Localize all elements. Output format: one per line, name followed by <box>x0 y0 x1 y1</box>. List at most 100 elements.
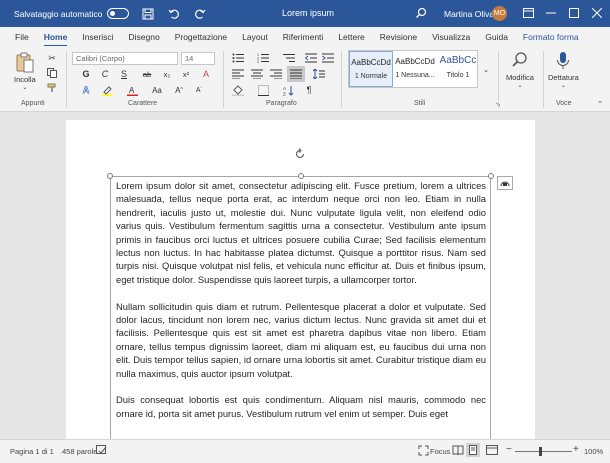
tab-home[interactable]: Home <box>43 32 67 47</box>
font-name-field[interactable]: Calibri (Corpo) <box>72 52 178 65</box>
cut-icon[interactable]: ✂ <box>46 52 58 64</box>
tab-references[interactable]: Riferimenti <box>283 32 324 42</box>
word-count[interactable]: 458 parole <box>62 447 97 456</box>
paste-button[interactable]: Incolla ⌄ <box>14 51 36 91</box>
style-name: 1 Nessuna... <box>395 72 435 79</box>
zoom-slider[interactable] <box>515 447 572 456</box>
save-icon[interactable] <box>141 7 155 21</box>
svg-text:3: 3 <box>257 60 259 63</box>
maximize-icon[interactable] <box>567 6 581 20</box>
minimize-icon[interactable] <box>544 6 558 20</box>
document-area: Lorem ipsum dolor sit amet, consectetur … <box>0 112 610 439</box>
search-icon[interactable] <box>415 7 427 21</box>
tab-shape-format[interactable]: Formato forma <box>523 32 579 42</box>
styles-more-icon[interactable]: ⌄ <box>480 64 492 76</box>
grow-font-icon[interactable]: A ^ <box>173 84 185 96</box>
zoom-in-icon[interactable]: + <box>573 444 579 455</box>
dictate-button[interactable]: Dettatura ⌄ <box>548 51 579 89</box>
tab-design[interactable]: Progettazione <box>175 32 227 42</box>
shrink-font-icon[interactable]: Aˇ <box>193 84 205 96</box>
justify-icon[interactable] <box>287 66 305 82</box>
line-spacing-icon[interactable] <box>313 68 325 80</box>
resize-handle[interactable] <box>488 173 494 179</box>
underline-icon[interactable]: S <box>118 68 130 80</box>
page-count[interactable]: Pagina 1 di 1 <box>10 447 54 456</box>
status-bar: Pagina 1 di 1 458 parole Focus − + 100% <box>0 439 610 463</box>
align-left-icon[interactable] <box>232 68 244 80</box>
sort-icon[interactable]: AZ <box>283 84 295 96</box>
resize-handle[interactable] <box>107 173 113 179</box>
font-color-icon[interactable]: A <box>126 84 138 96</box>
zoom-slider-thumb[interactable] <box>539 447 542 456</box>
highlight-icon[interactable] <box>101 84 113 96</box>
font-size-field[interactable]: 14 <box>181 52 215 65</box>
close-icon[interactable] <box>590 6 604 20</box>
tab-mailings[interactable]: Lettere <box>338 32 364 42</box>
collapse-ribbon-icon[interactable]: ⌃ <box>594 98 606 110</box>
strikethrough-icon[interactable]: ab <box>141 68 153 80</box>
increase-indent-icon[interactable] <box>322 52 334 64</box>
focus-icon[interactable] <box>418 445 429 458</box>
rotate-handle-icon[interactable] <box>294 148 306 162</box>
bold-icon[interactable]: G <box>80 68 92 80</box>
show-formatting-icon[interactable]: ¶ <box>303 84 315 96</box>
edit-dropdown-icon[interactable]: ⌄ <box>517 82 522 89</box>
format-painter-icon[interactable] <box>46 82 58 94</box>
align-right-icon[interactable] <box>270 68 282 80</box>
change-case-icon[interactable]: Aa <box>151 84 163 96</box>
bullets-icon[interactable] <box>232 52 244 64</box>
web-layout-icon[interactable] <box>486 445 498 458</box>
ribbon-display-icon[interactable] <box>521 6 535 20</box>
decrease-indent-icon[interactable] <box>305 52 317 64</box>
undo-icon[interactable] <box>167 7 181 21</box>
style-heading-1[interactable]: AaBbCc Titolo 1 <box>436 51 480 87</box>
style-no-spacing[interactable]: AaBbCcDd 1 Nessuna... <box>393 51 437 87</box>
subscript-icon[interactable]: x₂ <box>161 68 173 80</box>
tab-help[interactable]: Guida <box>485 32 508 42</box>
focus-label[interactable]: Focus <box>430 447 450 456</box>
tab-layout[interactable]: Layout <box>242 32 268 42</box>
superscript-icon[interactable]: x² <box>180 68 192 80</box>
layout-options-button[interactable] <box>497 176 513 190</box>
text-box[interactable]: Lorem ipsum dolor sit amet, consectetur … <box>107 173 494 439</box>
autosave-label: Salvataggio automatico <box>14 8 103 19</box>
divider <box>66 51 67 108</box>
zoom-level[interactable]: 100% <box>584 447 603 456</box>
borders-icon[interactable] <box>257 84 269 96</box>
copy-icon[interactable] <box>46 67 58 79</box>
redo-icon[interactable] <box>193 7 207 21</box>
avatar[interactable]: MO <box>492 6 507 21</box>
zoom-out-icon[interactable]: − <box>506 444 512 455</box>
text-box-content[interactable]: Lorem ipsum dolor sit amet, consectetur … <box>116 179 486 434</box>
dictate-label: Dettatura <box>548 73 579 82</box>
clear-formatting-icon[interactable]: A <box>200 68 212 80</box>
autosave-toggle[interactable] <box>107 8 130 19</box>
read-mode-icon[interactable] <box>452 445 464 458</box>
user-name[interactable]: Martina Oliva <box>444 9 494 19</box>
tab-review[interactable]: Revisione <box>380 32 417 42</box>
svg-text:A: A <box>129 86 135 95</box>
microphone-icon <box>557 52 570 69</box>
align-center-icon[interactable] <box>251 68 263 80</box>
ribbon: Incolla ⌄ ✂ Appunti Calibri (Corpo) 14 G… <box>0 46 610 112</box>
tab-file[interactable]: File <box>15 32 29 42</box>
dictate-dropdown-icon[interactable]: ⌄ <box>561 82 566 89</box>
paragraph: Nullam sollicitudin quis diam et rutrum.… <box>116 300 486 379</box>
edit-search-icon <box>512 52 527 67</box>
style-sample: AaBbCc <box>439 55 477 66</box>
proofing-icon[interactable] <box>96 445 107 458</box>
tab-view[interactable]: Visualizza <box>432 32 470 42</box>
italic-icon[interactable]: C <box>99 68 111 80</box>
tab-draw[interactable]: Disegno <box>129 32 160 42</box>
text-effects-icon[interactable]: A <box>80 84 92 96</box>
font-group-label: Carattere <box>128 100 158 107</box>
print-layout-icon[interactable] <box>466 443 480 457</box>
tab-insert[interactable]: Inserisci <box>82 32 113 42</box>
style-normal[interactable]: AaBbCcDd 1 Normale <box>349 51 393 87</box>
paste-dropdown-icon[interactable]: ⌄ <box>22 84 27 91</box>
shading-icon[interactable] <box>232 84 244 96</box>
edit-button[interactable]: Modifica ⌄ <box>506 51 534 89</box>
divider <box>223 51 224 108</box>
multilevel-list-icon[interactable] <box>283 52 295 64</box>
numbering-icon[interactable]: 123 <box>257 52 269 64</box>
